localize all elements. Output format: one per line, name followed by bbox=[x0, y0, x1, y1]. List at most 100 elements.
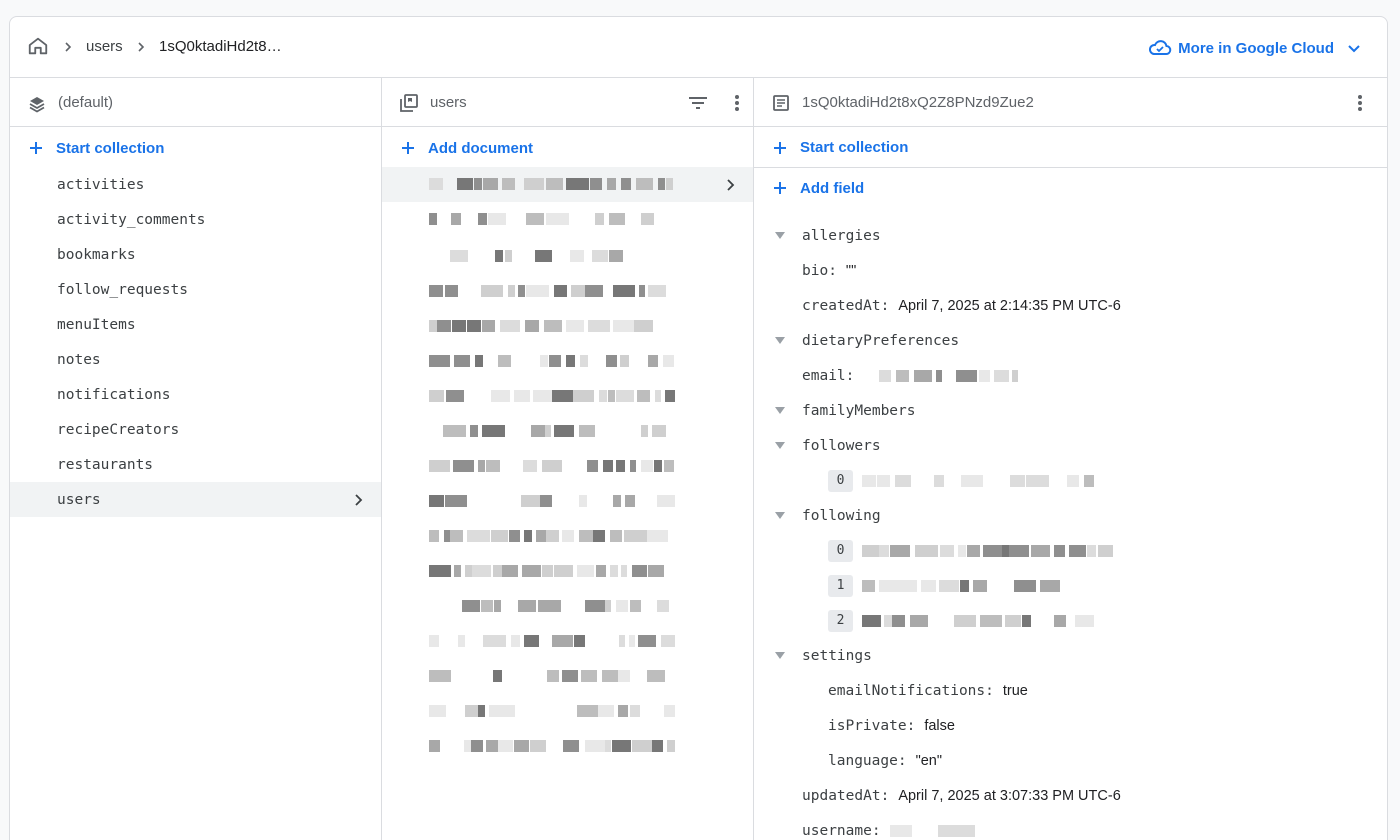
field-emailNotifications[interactable]: emailNotifications: true bbox=[754, 673, 1387, 708]
redaction-block bbox=[521, 495, 540, 507]
breadcrumb-document[interactable]: 1sQ0ktadiHd2t8… bbox=[159, 38, 282, 55]
collection-item[interactable]: activities bbox=[10, 167, 381, 202]
followers-item[interactable]: 0 bbox=[754, 463, 1387, 498]
field-allergies[interactable]: allergies bbox=[754, 218, 1387, 253]
document-item[interactable] bbox=[382, 729, 753, 764]
redacted-document-id bbox=[429, 285, 675, 297]
field-isPrivate[interactable]: isPrivate: false bbox=[754, 708, 1387, 743]
document-item[interactable] bbox=[382, 659, 753, 694]
redaction-block bbox=[454, 355, 470, 367]
redaction-block bbox=[478, 460, 485, 472]
collection-menu-button[interactable] bbox=[726, 92, 748, 114]
following-item[interactable]: 0 bbox=[754, 533, 1387, 568]
redaction-block bbox=[648, 565, 664, 577]
redaction-block bbox=[895, 474, 911, 487]
add-document-label: Add document bbox=[428, 139, 533, 157]
redaction-block bbox=[605, 600, 611, 612]
redaction-block bbox=[579, 425, 595, 437]
collection-name: notes bbox=[57, 351, 101, 368]
redaction-block bbox=[498, 740, 513, 752]
field-familyMembers[interactable]: familyMembers bbox=[754, 393, 1387, 428]
collection-item[interactable]: recipeCreators bbox=[10, 412, 381, 447]
start-collection-label: Start collection bbox=[56, 139, 165, 157]
redaction-block bbox=[979, 369, 991, 382]
start-collection-button[interactable]: Start collection bbox=[10, 128, 381, 168]
redaction-block bbox=[648, 355, 658, 367]
field-language[interactable]: language: "en" bbox=[754, 743, 1387, 778]
collection-item[interactable]: restaurants bbox=[10, 447, 381, 482]
document-item[interactable] bbox=[382, 554, 753, 589]
redaction-block bbox=[624, 530, 647, 542]
redaction-block bbox=[483, 635, 506, 647]
field-username[interactable]: username: bbox=[754, 813, 1387, 840]
redaction-block bbox=[429, 565, 451, 577]
following-item[interactable]: 1 bbox=[754, 568, 1387, 603]
document-item[interactable] bbox=[382, 484, 753, 519]
home-icon[interactable] bbox=[27, 35, 49, 57]
caret-down-icon[interactable] bbox=[775, 512, 785, 519]
breadcrumb-users[interactable]: users bbox=[86, 38, 123, 55]
field-email[interactable]: email: bbox=[754, 358, 1387, 393]
collection-item[interactable]: follow_requests bbox=[10, 272, 381, 307]
collection-item[interactable]: menuItems bbox=[10, 307, 381, 342]
field-following[interactable]: following bbox=[754, 498, 1387, 533]
caret-down-icon[interactable] bbox=[775, 337, 785, 344]
redaction-block bbox=[621, 178, 631, 190]
add-document-button[interactable]: Add document bbox=[382, 128, 753, 168]
caret-down-icon[interactable] bbox=[775, 232, 785, 239]
add-field-button[interactable]: Add field bbox=[754, 168, 1387, 208]
redaction-block bbox=[462, 600, 480, 612]
collection-item[interactable]: activity_comments bbox=[10, 202, 381, 237]
caret-down-icon[interactable] bbox=[775, 407, 785, 414]
document-menu-button[interactable] bbox=[1349, 92, 1371, 114]
redaction-block bbox=[552, 635, 573, 647]
document-icon bbox=[773, 95, 789, 111]
document-item[interactable] bbox=[382, 624, 753, 659]
collection-item[interactable]: notifications bbox=[10, 377, 381, 412]
field-bio[interactable]: bio: "" bbox=[754, 253, 1387, 288]
field-createdAt[interactable]: createdAt: April 7, 2025 at 2:14:35 PM U… bbox=[754, 288, 1387, 323]
collection-item[interactable]: notes bbox=[10, 342, 381, 377]
redaction-block bbox=[616, 600, 628, 612]
document-item[interactable] bbox=[382, 694, 753, 729]
redacted-value bbox=[862, 544, 1118, 557]
document-item[interactable] bbox=[382, 519, 753, 554]
document-item[interactable] bbox=[382, 449, 753, 484]
redaction-block bbox=[602, 670, 618, 682]
field-key: dietaryPreferences bbox=[802, 332, 960, 349]
breadcrumb-bar: users 1sQ0ktadiHd2t8… More in Google Clo… bbox=[10, 17, 1387, 78]
document-item[interactable] bbox=[382, 414, 753, 449]
redaction-block bbox=[630, 705, 640, 717]
start-subcollection-button[interactable]: Start collection bbox=[754, 128, 1387, 168]
field-dietaryPreferences[interactable]: dietaryPreferences bbox=[754, 323, 1387, 358]
field-updatedAt[interactable]: updatedAt: April 7, 2025 at 3:07:33 PM U… bbox=[754, 778, 1387, 813]
document-item[interactable] bbox=[382, 239, 753, 274]
redaction-block bbox=[577, 705, 598, 717]
redaction-block bbox=[470, 425, 478, 437]
document-item[interactable] bbox=[382, 202, 753, 239]
caret-down-icon[interactable] bbox=[775, 652, 785, 659]
redaction-block bbox=[896, 369, 910, 382]
document-item[interactable] bbox=[382, 379, 753, 414]
collection-item[interactable]: bookmarks bbox=[10, 237, 381, 272]
field-settings[interactable]: settings bbox=[754, 638, 1387, 673]
redaction-block bbox=[616, 390, 634, 402]
redaction-block bbox=[429, 460, 450, 472]
caret-down-icon[interactable] bbox=[775, 442, 785, 449]
document-item[interactable] bbox=[382, 309, 753, 344]
redaction-block bbox=[664, 460, 674, 472]
document-item[interactable] bbox=[382, 344, 753, 379]
more-in-google-cloud-button[interactable]: More in Google Cloud bbox=[1148, 36, 1361, 60]
redaction-block bbox=[879, 579, 894, 592]
following-item[interactable]: 2 bbox=[754, 603, 1387, 638]
collection-item-users[interactable]: users bbox=[10, 482, 381, 517]
filter-button[interactable] bbox=[687, 92, 709, 114]
redaction-block bbox=[639, 285, 645, 297]
redaction-block bbox=[545, 425, 551, 437]
document-item-selected[interactable] bbox=[382, 167, 753, 202]
document-item[interactable] bbox=[382, 589, 753, 624]
field-value: "en" bbox=[915, 752, 943, 769]
document-item[interactable] bbox=[382, 274, 753, 309]
redaction-block bbox=[1075, 614, 1094, 627]
field-followers[interactable]: followers bbox=[754, 428, 1387, 463]
